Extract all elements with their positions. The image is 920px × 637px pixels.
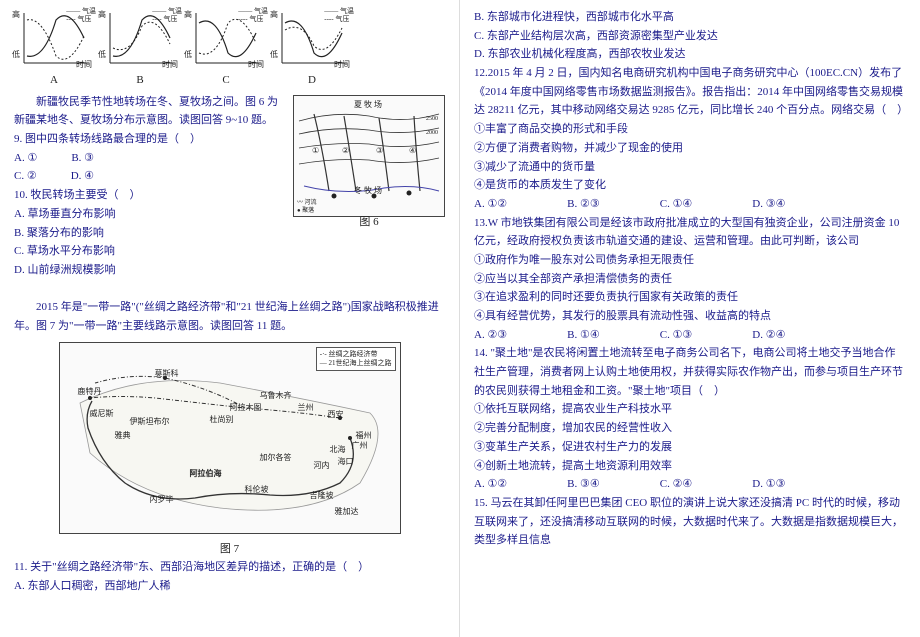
q9-opt-c: C. ② [14, 167, 37, 186]
graph-b: —— 气温 ---- 气压 高 低 时间 B [100, 8, 180, 90]
q12-item-1: ①丰富了商品交换的形式和手段 [474, 120, 906, 139]
q11-opt-b: B. 东部城市化进程快，西部城市化水平高 [474, 8, 906, 27]
question-15: 15. 马云在其卸任阿里巴巴集团 CEO 职位的演讲上说大家还没搞清 PC 时代… [474, 494, 906, 550]
q13-opt-c: C. ①③ [660, 326, 693, 345]
q12-item-4: ④是货币的本质发生了变化 [474, 176, 906, 195]
section-q9-10: 2500 2000 夏 牧 场 冬 牧 场 ① ② ③ ④ [14, 93, 445, 280]
graph-a: —— 气温 ---- 气压 高 低 时间 A [14, 8, 94, 90]
map7-caption: 图 7 [14, 540, 445, 559]
svg-text:2500: 2500 [426, 116, 438, 122]
graph-label-c: C [186, 71, 266, 90]
q14-opt-a: A. ①② [474, 475, 507, 494]
q14-item-2: ②完善分配制度，增加农民的经营性收入 [474, 419, 906, 438]
graph-c: —— 气温 ---- 气压 高 低 时间 C [186, 8, 266, 90]
question-14: 14. "聚土地"是农民将闲置土地流转至电子商务公司名下，电商公司将土地交予当地… [474, 344, 906, 400]
q14-opt-c: C. ②④ [660, 475, 693, 494]
q12-opt-b: B. ②③ [567, 195, 600, 214]
graph-label-a: A [14, 71, 94, 90]
q10-opt-c: C. 草场水平分布影响 [14, 242, 445, 261]
q11-opt-c: C. 东部产业结构层次高，西部资源密集型产业发达 [474, 27, 906, 46]
svg-text:2000: 2000 [426, 130, 438, 136]
q13-item-1: ①政府作为唯一股东对公司债务承担无限责任 [474, 251, 906, 270]
q10-opt-d: D. 山前绿洲规模影响 [14, 261, 445, 280]
q14-opt-d: D. ①③ [752, 475, 785, 494]
q9-opt-a: A. ① [14, 149, 37, 168]
q13-opt-b: B. ①④ [567, 326, 600, 345]
q12-item-3: ③减少了流通中的货币量 [474, 158, 906, 177]
question-12: 12.2015 年 4 月 2 日，国内知名电商研究机构中国电子商务研究中心（1… [474, 64, 906, 120]
q11-opt-a: A. 东部人口稠密，西部地广人稀 [14, 577, 445, 596]
map6-caption: 图 6 [294, 213, 444, 232]
q14-item-1: ①依托互联网络，提高农业生产科技水平 [474, 400, 906, 419]
q13-item-2: ②应当以其全部资产承担清偿债务的责任 [474, 270, 906, 289]
q12-opt-a: A. ①② [474, 195, 507, 214]
q14-item-4: ④创新土地流转，提高土地资源利用效率 [474, 457, 906, 476]
axis-high: 高 [12, 8, 20, 22]
q11-opt-d: D. 东部农业机械化程度高，西部农牧业发达 [474, 45, 906, 64]
map-figure-6: 2500 2000 夏 牧 场 冬 牧 场 ① ② ③ ④ [293, 95, 445, 217]
q14-opt-b: B. ③④ [567, 475, 600, 494]
graph-label-b: B [100, 71, 180, 90]
legend-pressure: ---- 气压 [66, 16, 96, 24]
question-13: 13.W 市地铁集团有限公司是经该市政府批准成立的大型国有独资企业，公司注册资金… [474, 214, 906, 251]
q9-opt-d: D. ④ [71, 167, 94, 186]
q9-opt-b: B. ③ [71, 149, 94, 168]
axis-low: 低 [12, 48, 20, 62]
q12-opt-d: D. ③④ [752, 195, 785, 214]
q11-intro: 2015 年是"一带一路"("丝绸之路经济带"和"21 世纪海上丝绸之路")国家… [14, 298, 445, 335]
q12-item-2: ②方便了消费者购物，并减少了现金的使用 [474, 139, 906, 158]
graph-label-d: D [272, 71, 352, 90]
q13-opt-a: A. ②③ [474, 326, 507, 345]
q13-item-3: ③在追求盈利的同时还要负责执行国家有关政策的责任 [474, 288, 906, 307]
q12-opt-c: C. ①④ [660, 195, 693, 214]
q13-opt-d: D. ②④ [752, 326, 785, 345]
map-figure-7: -·- 丝绸之路经济带 — 21世纪海上丝绸之路 莫斯科 西安 鹿特丹 威尼斯 … [59, 342, 401, 534]
q14-item-3: ③变革生产关系，促进农村生产力的发展 [474, 438, 906, 457]
q13-item-4: ④具有经营优势，其发行的股票具有流动性强、收益高的特点 [474, 307, 906, 326]
graph-row: —— 气温 ---- 气压 高 低 时间 A [14, 8, 445, 90]
axis-time: 时间 [76, 58, 92, 72]
question-11: 11. 关于"丝绸之路经济带"东、西部沿海地区差异的描述，正确的是（ ） [14, 558, 445, 577]
graph-d: —— 气温 ---- 气压 高 低 时间 D [272, 8, 352, 90]
